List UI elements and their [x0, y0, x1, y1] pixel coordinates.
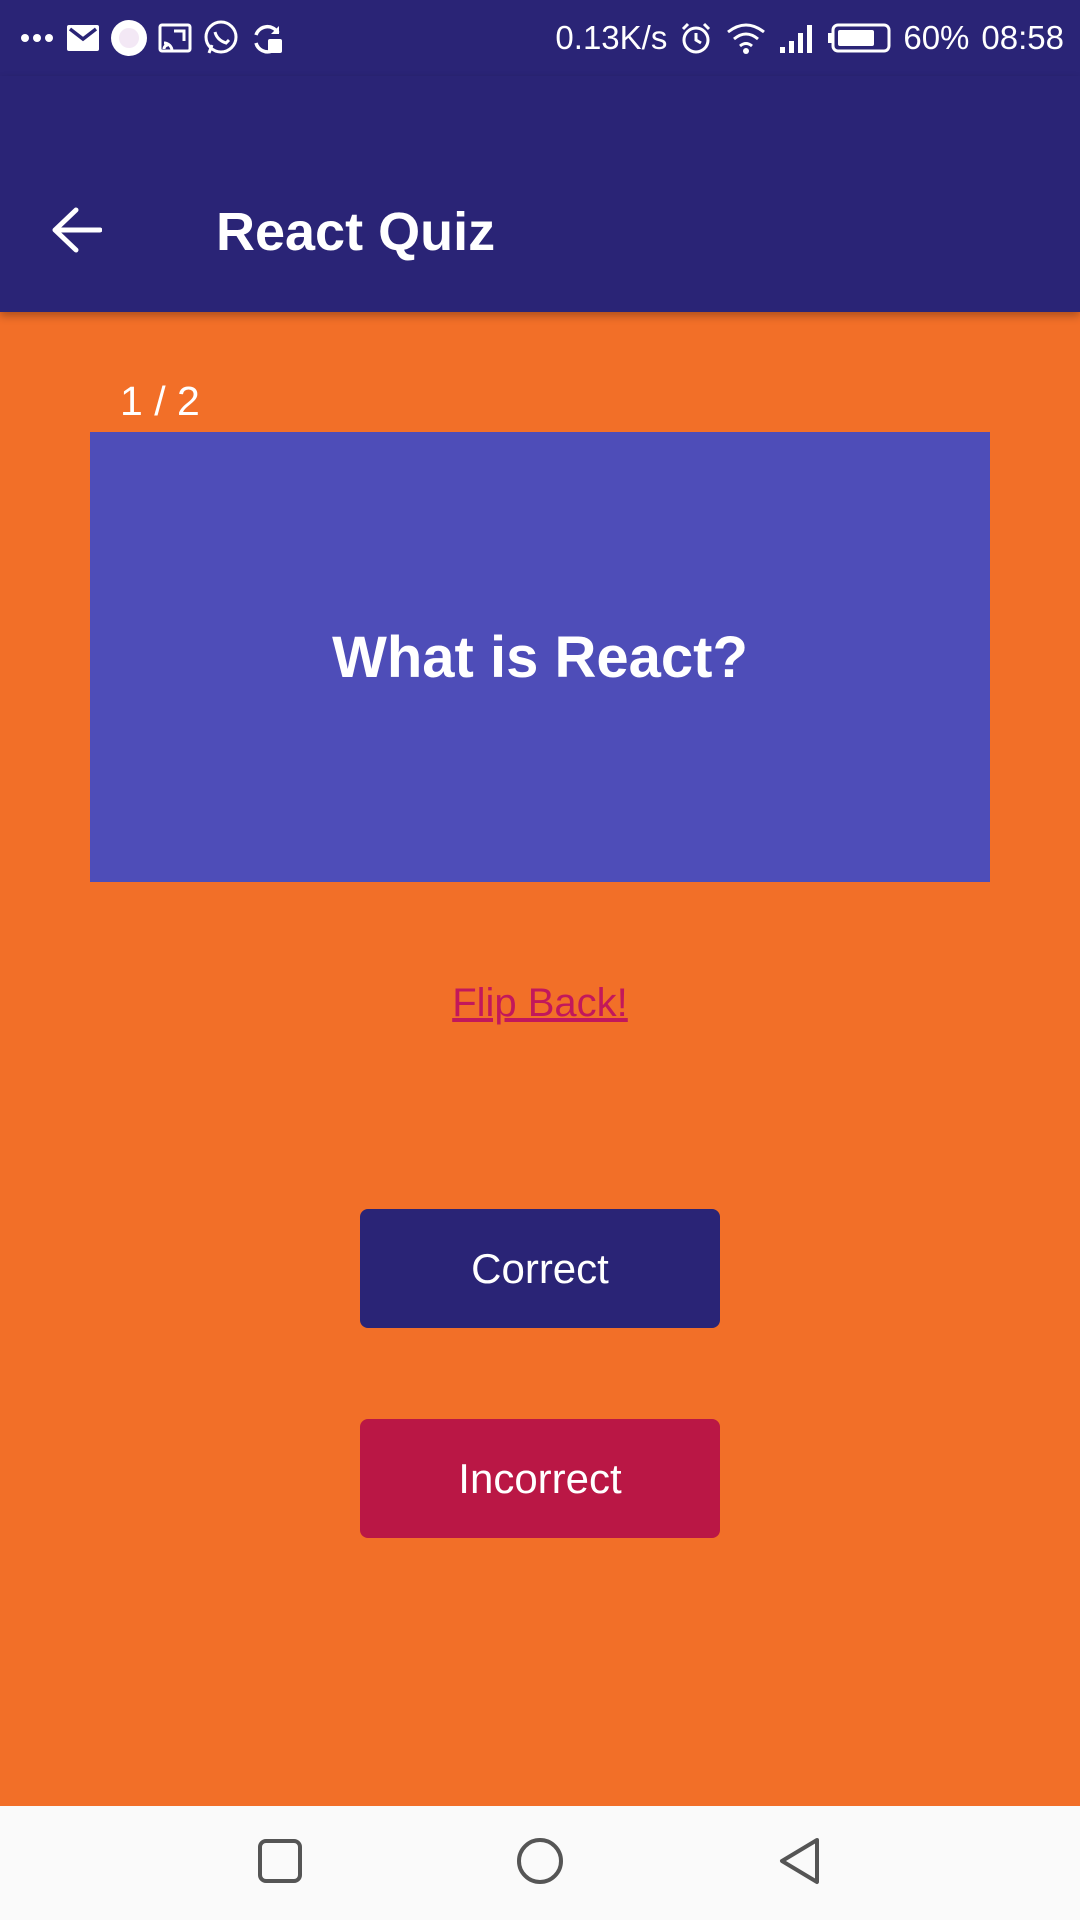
question-counter: 1 / 2	[120, 378, 200, 424]
incorrect-button[interactable]: Incorrect	[360, 1419, 720, 1538]
question-card[interactable]: What is React?	[90, 432, 990, 882]
back-button[interactable]	[40, 196, 112, 268]
nav-back-button[interactable]	[760, 1823, 840, 1903]
gmail-icon	[64, 19, 102, 57]
signal-icon	[779, 23, 815, 53]
status-bar: 0.13K/s 60% 08:58	[0, 0, 1080, 76]
clock: 08:58	[981, 19, 1064, 56]
battery-icon	[827, 23, 891, 53]
correct-button[interactable]: Correct	[360, 1209, 720, 1328]
more-dots-icon	[18, 19, 56, 57]
home-button[interactable]	[500, 1823, 580, 1903]
battery-level: 60%	[903, 19, 970, 56]
question-text: What is React?	[332, 624, 748, 690]
flip-back-link[interactable]: Flip Back!	[0, 975, 1080, 1031]
alarm-icon	[679, 21, 713, 55]
recents-icon	[257, 1838, 303, 1889]
cast-icon	[156, 19, 194, 57]
back-icon	[777, 1836, 823, 1891]
notification-icons	[18, 18, 286, 58]
wifi-icon	[725, 22, 767, 54]
sync-icon	[248, 19, 286, 57]
home-icon	[515, 1836, 565, 1891]
system-status: 0.13K/s 60% 08:58	[555, 18, 1064, 58]
circle-app-icon	[110, 19, 148, 57]
page-title: React Quiz	[216, 202, 496, 262]
app-bar: React Quiz	[0, 76, 1080, 312]
whatsapp-icon	[202, 19, 240, 57]
network-speed: 0.13K/s	[555, 19, 668, 56]
system-nav-bar	[0, 1806, 1080, 1920]
arrow-left-icon	[50, 207, 103, 258]
recents-button[interactable]	[240, 1823, 320, 1903]
